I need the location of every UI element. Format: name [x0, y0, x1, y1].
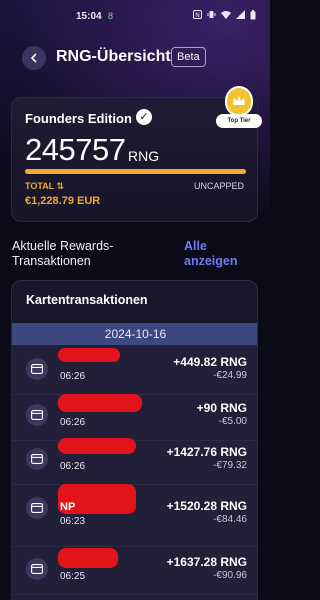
show-all-link[interactable]: Alle anzeigen: [184, 239, 254, 269]
transaction-time: 06:26: [60, 417, 86, 428]
eur-amount: -€79.32: [213, 460, 247, 471]
eur-amount: -€5.00: [218, 416, 247, 427]
redaction-mark: [58, 548, 118, 568]
date-header: 2024-10-16: [12, 323, 257, 345]
wifi-icon: [221, 10, 231, 23]
eur-amount: -€24.99: [213, 370, 247, 381]
redaction-mark: [58, 394, 142, 412]
transaction-time: 06:26: [60, 371, 86, 382]
vibrate-icon: [207, 10, 216, 23]
redaction-mark: [58, 438, 136, 454]
transaction-row[interactable]: 06:25 +1637.28 RNG -€90.96: [12, 547, 257, 595]
checkmark-icon: ✓: [136, 109, 152, 125]
svg-text:N: N: [195, 12, 200, 19]
transaction-time: 06:23: [60, 516, 86, 527]
beta-badge: Beta: [171, 47, 206, 67]
eur-value: €1,228.79 EUR: [25, 195, 101, 207]
transaction-row[interactable]: 06:26 +90 RNG -€5.00: [12, 393, 257, 441]
rng-amount: 245757: [25, 132, 126, 167]
rng-reward: +1427.76 RNG: [166, 445, 247, 459]
card-icon: [26, 404, 48, 426]
card-transactions-title: Kartentransaktionen: [26, 293, 148, 307]
status-indicator: 8: [108, 11, 114, 21]
rng-unit: RNG: [128, 148, 160, 164]
tier-label: Top Tier: [216, 114, 262, 128]
total-toggle[interactable]: TOTAL ⇅: [25, 181, 64, 192]
transactions-list: 2024-10-16 06:26 +449.82 RNG -€24.99 06:26 +…: [12, 323, 257, 600]
nfc-icon: N: [193, 10, 202, 23]
eur-amount: -€90.96: [213, 570, 247, 581]
card-icon: [26, 558, 48, 580]
header: RNG-Übersicht Beta: [0, 40, 270, 76]
transaction-row[interactable]: NP 06:23 +1520.28 RNG -€84.46: [12, 483, 257, 547]
uncapped-label: UNCAPPED: [193, 181, 244, 191]
rng-reward: +1520.28 RNG: [166, 499, 247, 513]
status-icons: N: [193, 10, 256, 23]
rng-reward: +90 RNG: [196, 401, 247, 415]
signal-icon: [236, 10, 245, 23]
merchant-name: NP: [60, 501, 76, 513]
rewards-section-title: Aktuelle Rewards-Transaktionen: [12, 239, 114, 268]
status-bar: 15:04 8 N: [0, 0, 270, 34]
transaction-time: 06:25: [60, 571, 86, 582]
redaction-mark: [58, 348, 120, 362]
progress-bar: [25, 169, 246, 174]
transaction-row[interactable]: 06:26 +449.82 RNG -€24.99: [12, 347, 257, 395]
transaction-row[interactable]: 06:26 +1427.76 RNG -€79.32: [12, 437, 257, 485]
eur-amount: -€84.46: [213, 514, 247, 525]
card-icon: [26, 448, 48, 470]
progress-fill: [25, 169, 246, 174]
founders-title: Founders Edition: [25, 111, 132, 126]
back-button[interactable]: [22, 46, 46, 70]
card-icon: [26, 358, 48, 380]
crown-icon: [225, 86, 253, 116]
battery-icon: [250, 10, 256, 23]
card-transactions-panel: Kartentransaktionen 2024-10-16 06:26 +449…: [11, 280, 258, 600]
transaction-time: 06:26: [60, 461, 86, 472]
rng-reward: +1637.28 RNG: [166, 555, 247, 569]
card-icon: [26, 497, 48, 519]
chevron-left-icon: [31, 53, 37, 63]
page-title: RNG-Übersicht: [56, 48, 171, 65]
top-tier-badge: Top Tier: [216, 86, 264, 130]
status-time: 15:04: [76, 11, 102, 22]
rng-reward: +449.82 RNG: [173, 355, 247, 369]
